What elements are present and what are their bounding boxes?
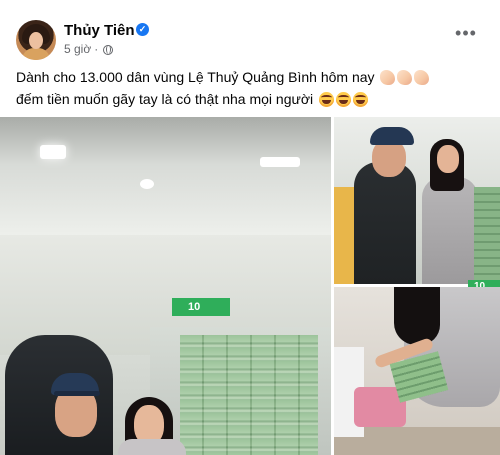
woman-top <box>118 439 186 455</box>
counter-number-sign: 10 <box>172 298 230 316</box>
post-time[interactable]: 5 giờ <box>64 42 91 56</box>
globe-icon[interactable] <box>103 45 114 55</box>
facebook-post: Thủy Tiên ✓ 5 giờ · ••• Dành cho 13.000 d… <box>0 0 500 455</box>
ceiling-light <box>40 145 66 159</box>
author-name[interactable]: Thủy Tiên <box>64 22 135 39</box>
woman-face <box>437 145 459 173</box>
meta-separator: · <box>94 42 99 56</box>
post-text-line-1: Dành cho 13.000 dân vùng Lệ Thuỷ Quảng B… <box>16 66 486 88</box>
photo-grid: 10 10 <box>0 117 500 455</box>
man-cap-brim <box>54 391 100 396</box>
man-jacket <box>354 162 416 284</box>
person-yellow-shirt <box>334 187 356 284</box>
avatar-face <box>29 32 43 49</box>
money-stacks <box>180 335 318 455</box>
post-text-line-2-content: đếm tiền muốn gãy tay là có thật nha mọi… <box>16 91 314 107</box>
post-header: Thủy Tiên ✓ 5 giờ · ••• <box>0 0 500 62</box>
rolling-laughing-emoji-icon <box>319 92 335 107</box>
money-stacks <box>474 187 500 284</box>
author-avatar[interactable] <box>16 20 56 60</box>
rolling-laughing-emoji-icon <box>336 92 352 107</box>
flexed-arm-emoji-icon <box>397 70 413 85</box>
more-options-icon[interactable]: ••• <box>452 24 480 46</box>
verified-badge-icon: ✓ <box>136 23 149 36</box>
woman-hair <box>394 287 440 345</box>
post-text-line-2: đếm tiền muốn gãy tay là có thật nha mọi… <box>16 88 486 110</box>
man-cap <box>370 127 414 145</box>
photo-secondary-top[interactable] <box>334 117 500 284</box>
post-text: Dành cho 13.000 dân vùng Lệ Thuỷ Quảng B… <box>16 66 486 110</box>
photo-main[interactable] <box>0 117 331 455</box>
avatar-body <box>22 48 50 60</box>
woman-top <box>422 177 478 284</box>
post-meta: 5 giờ · <box>64 42 114 56</box>
photo-ceiling <box>0 117 331 237</box>
flexed-arm-emoji-icon <box>380 70 396 85</box>
rolling-laughing-emoji-icon <box>353 92 369 107</box>
ceiling-light <box>260 157 300 167</box>
ceiling-light <box>140 179 154 189</box>
photo-secondary-bottom[interactable] <box>334 287 500 455</box>
flexed-arm-emoji-icon <box>414 70 430 85</box>
post-text-line-1-content: Dành cho 13.000 dân vùng Lệ Thuỷ Quảng B… <box>16 69 375 85</box>
